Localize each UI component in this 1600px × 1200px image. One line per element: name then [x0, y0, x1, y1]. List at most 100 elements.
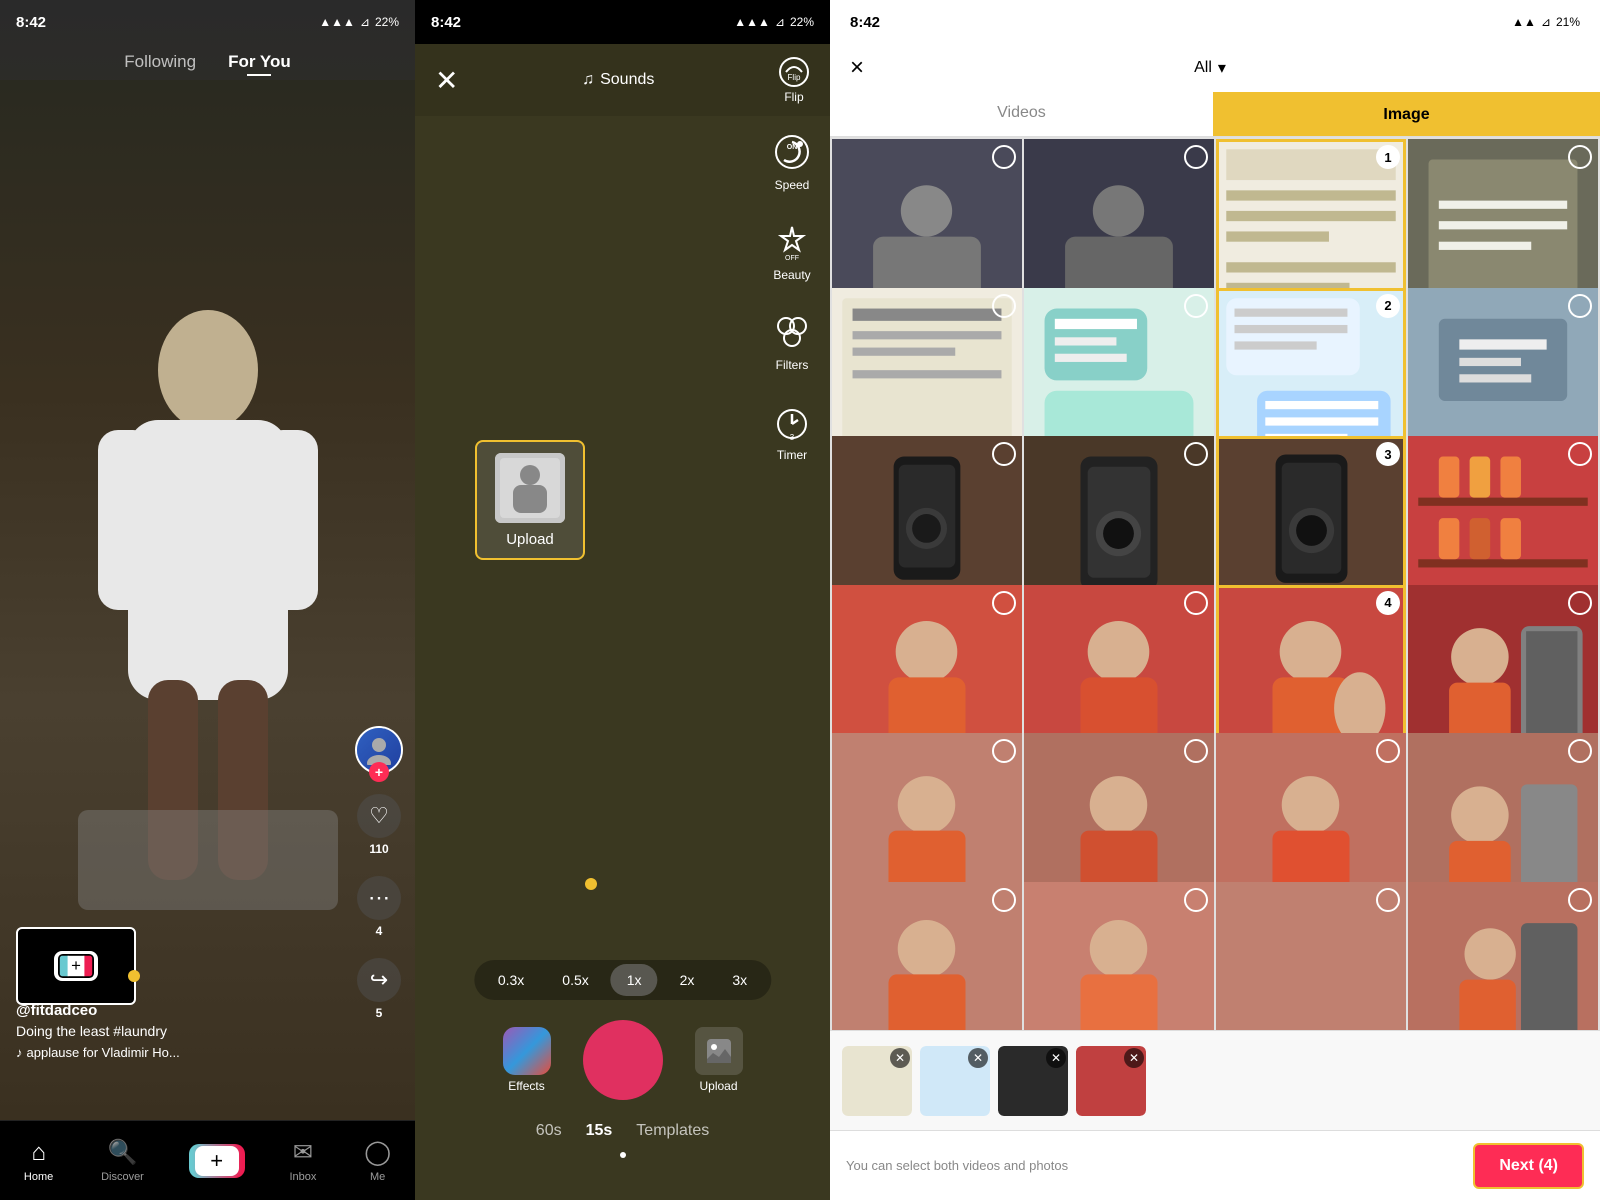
timer-control[interactable]: 3 Timer — [770, 400, 814, 462]
effects-label: Effects — [508, 1079, 544, 1093]
speed-2x[interactable]: 2x — [664, 964, 711, 996]
gallery-status-bar: 8:42 ▲▲ ⊿ 21% — [830, 0, 1600, 44]
select-circle — [992, 739, 1016, 763]
comment-group[interactable]: ⋯ 4 — [357, 876, 401, 938]
remove-thumb-3[interactable]: ✕ — [1046, 1048, 1066, 1068]
speed-3x[interactable]: 3x — [716, 964, 763, 996]
battery-icon: 22% — [790, 15, 814, 29]
signal-icon: ▲▲▲ — [319, 15, 355, 29]
person-figure — [58, 250, 358, 950]
select-circle — [992, 888, 1016, 912]
share-count: 5 — [376, 1006, 383, 1020]
inbox-label: Inbox — [289, 1171, 316, 1183]
sound-info: ♪ applause for Vladimir Ho... — [16, 1045, 345, 1060]
gallery-cell[interactable] — [832, 882, 1022, 1031]
gallery-cell[interactable] — [1216, 882, 1406, 1031]
speed-control[interactable]: ON Speed — [770, 130, 814, 192]
select-circle — [1568, 145, 1592, 169]
select-circle — [992, 294, 1016, 318]
duration-15s[interactable]: 15s — [586, 1122, 613, 1140]
filter-button[interactable]: All ▾ — [1194, 58, 1226, 78]
selected-thumb-1[interactable]: ✕ — [842, 1046, 912, 1116]
nav-discover[interactable]: 🔍 Discover — [101, 1138, 144, 1183]
create-plus: + — [195, 1146, 239, 1176]
beauty-label: Beauty — [773, 268, 810, 282]
nav-following[interactable]: Following — [124, 52, 196, 71]
camera-top-bar: ✕ ♫ Sounds Flip Flip — [415, 44, 830, 116]
upload-right-button[interactable]: Upload — [695, 1027, 743, 1093]
effects-button[interactable]: Effects — [503, 1027, 551, 1093]
upload-right-icon — [695, 1027, 743, 1075]
nav-profile[interactable]: ◯ Me — [364, 1138, 391, 1183]
duration-templates[interactable]: Templates — [636, 1122, 709, 1140]
gallery-status-time: 8:42 — [850, 14, 880, 31]
username: @fitdadceo — [16, 1002, 345, 1019]
select-circle — [1568, 294, 1592, 318]
speed-05x[interactable]: 0.5x — [546, 964, 604, 996]
speed-controls: 0.3x 0.5x 1x 2x 3x — [474, 960, 771, 1000]
tab-image[interactable]: Image — [1213, 92, 1600, 136]
nav-for-you[interactable]: For You — [228, 52, 291, 71]
select-circle — [1184, 442, 1208, 466]
beauty-control[interactable]: OFF Beauty — [770, 220, 814, 282]
upload-button[interactable]: Upload — [475, 440, 585, 560]
camera-right-controls: ON Speed OFF Beauty Filters 3 Timer — [770, 130, 814, 462]
tab-videos[interactable]: Videos — [830, 92, 1213, 136]
filters-control[interactable]: Filters — [770, 310, 814, 372]
selected-thumb-3[interactable]: ✕ — [998, 1046, 1068, 1116]
duration-tabs: 60s 15s Templates — [536, 1122, 709, 1140]
like-group[interactable]: ♡ 110 — [357, 794, 401, 856]
selected-thumb-4[interactable]: ✕ — [1076, 1046, 1146, 1116]
nav-create[interactable]: + — [192, 1144, 242, 1178]
wifi-icon: ⊿ — [775, 15, 785, 29]
tiktok-create-button[interactable]: + — [16, 927, 136, 1005]
svg-text:+: + — [71, 956, 81, 975]
share-group[interactable]: ↪ 5 — [357, 958, 401, 1020]
duration-60s[interactable]: 60s — [536, 1122, 562, 1140]
flip-label: Flip — [784, 90, 803, 104]
record-area: Effects Upload — [503, 1020, 743, 1100]
profile-label: Me — [370, 1171, 385, 1183]
selected-thumb-2[interactable]: ✕ — [920, 1046, 990, 1116]
remove-thumb-2[interactable]: ✕ — [968, 1048, 988, 1068]
select-circle — [1568, 591, 1592, 615]
avatar[interactable]: + — [355, 726, 403, 774]
bottom-nav: ⌂ Home 🔍 Discover + ✉ Inbox ◯ Me — [0, 1120, 415, 1200]
gallery-cell[interactable] — [1408, 882, 1598, 1031]
speed-label: Speed — [775, 178, 810, 192]
gallery-tabs: Videos Image — [830, 92, 1600, 137]
home-label: Home — [24, 1171, 53, 1183]
comment-icon[interactable]: ⋯ — [357, 876, 401, 920]
camera-close-button[interactable]: ✕ — [435, 64, 458, 97]
next-button[interactable]: Next (4) — [1473, 1143, 1584, 1189]
caption: Doing the least #laundry — [16, 1023, 345, 1039]
speed-03x[interactable]: 0.3x — [482, 964, 540, 996]
gallery-bottom-bar: You can select both videos and photos Ne… — [830, 1130, 1600, 1200]
follow-plus[interactable]: + — [369, 762, 389, 782]
gallery-close-button[interactable]: × — [850, 54, 864, 82]
select-circle — [1184, 739, 1208, 763]
nav-inbox[interactable]: ✉ Inbox — [289, 1138, 316, 1183]
nav-home[interactable]: ⌂ Home — [24, 1139, 53, 1183]
record-button[interactable] — [583, 1020, 663, 1100]
create-button[interactable]: + — [192, 1144, 242, 1178]
beauty-icon: OFF — [770, 220, 814, 264]
gallery-panel: 8:42 ▲▲ ⊿ 21% × All ▾ Videos Image — [830, 0, 1600, 1200]
chevron-down-icon: ▾ — [1218, 58, 1226, 78]
remove-thumb-4[interactable]: ✕ — [1124, 1048, 1144, 1068]
feed-top-nav: Following For You — [0, 44, 415, 80]
gallery-status-icons: ▲▲ ⊿ 21% — [1512, 15, 1580, 29]
share-icon[interactable]: ↪ — [357, 958, 401, 1002]
selection-number-2: 2 — [1376, 294, 1400, 318]
speed-1x[interactable]: 1x — [611, 964, 658, 996]
feed-info: @fitdadceo Doing the least #laundry ♪ ap… — [16, 1002, 345, 1060]
remove-thumb-1[interactable]: ✕ — [890, 1048, 910, 1068]
gallery-cell[interactable] — [1024, 882, 1214, 1031]
select-circle — [1568, 739, 1592, 763]
flip-button[interactable]: Flip Flip — [778, 56, 810, 104]
flip-icon: Flip — [778, 56, 810, 88]
gallery-hint: You can select both videos and photos — [846, 1158, 1068, 1173]
sounds-button[interactable]: ♫ Sounds — [582, 71, 654, 89]
like-icon[interactable]: ♡ — [357, 794, 401, 838]
home-icon: ⌂ — [31, 1139, 46, 1167]
